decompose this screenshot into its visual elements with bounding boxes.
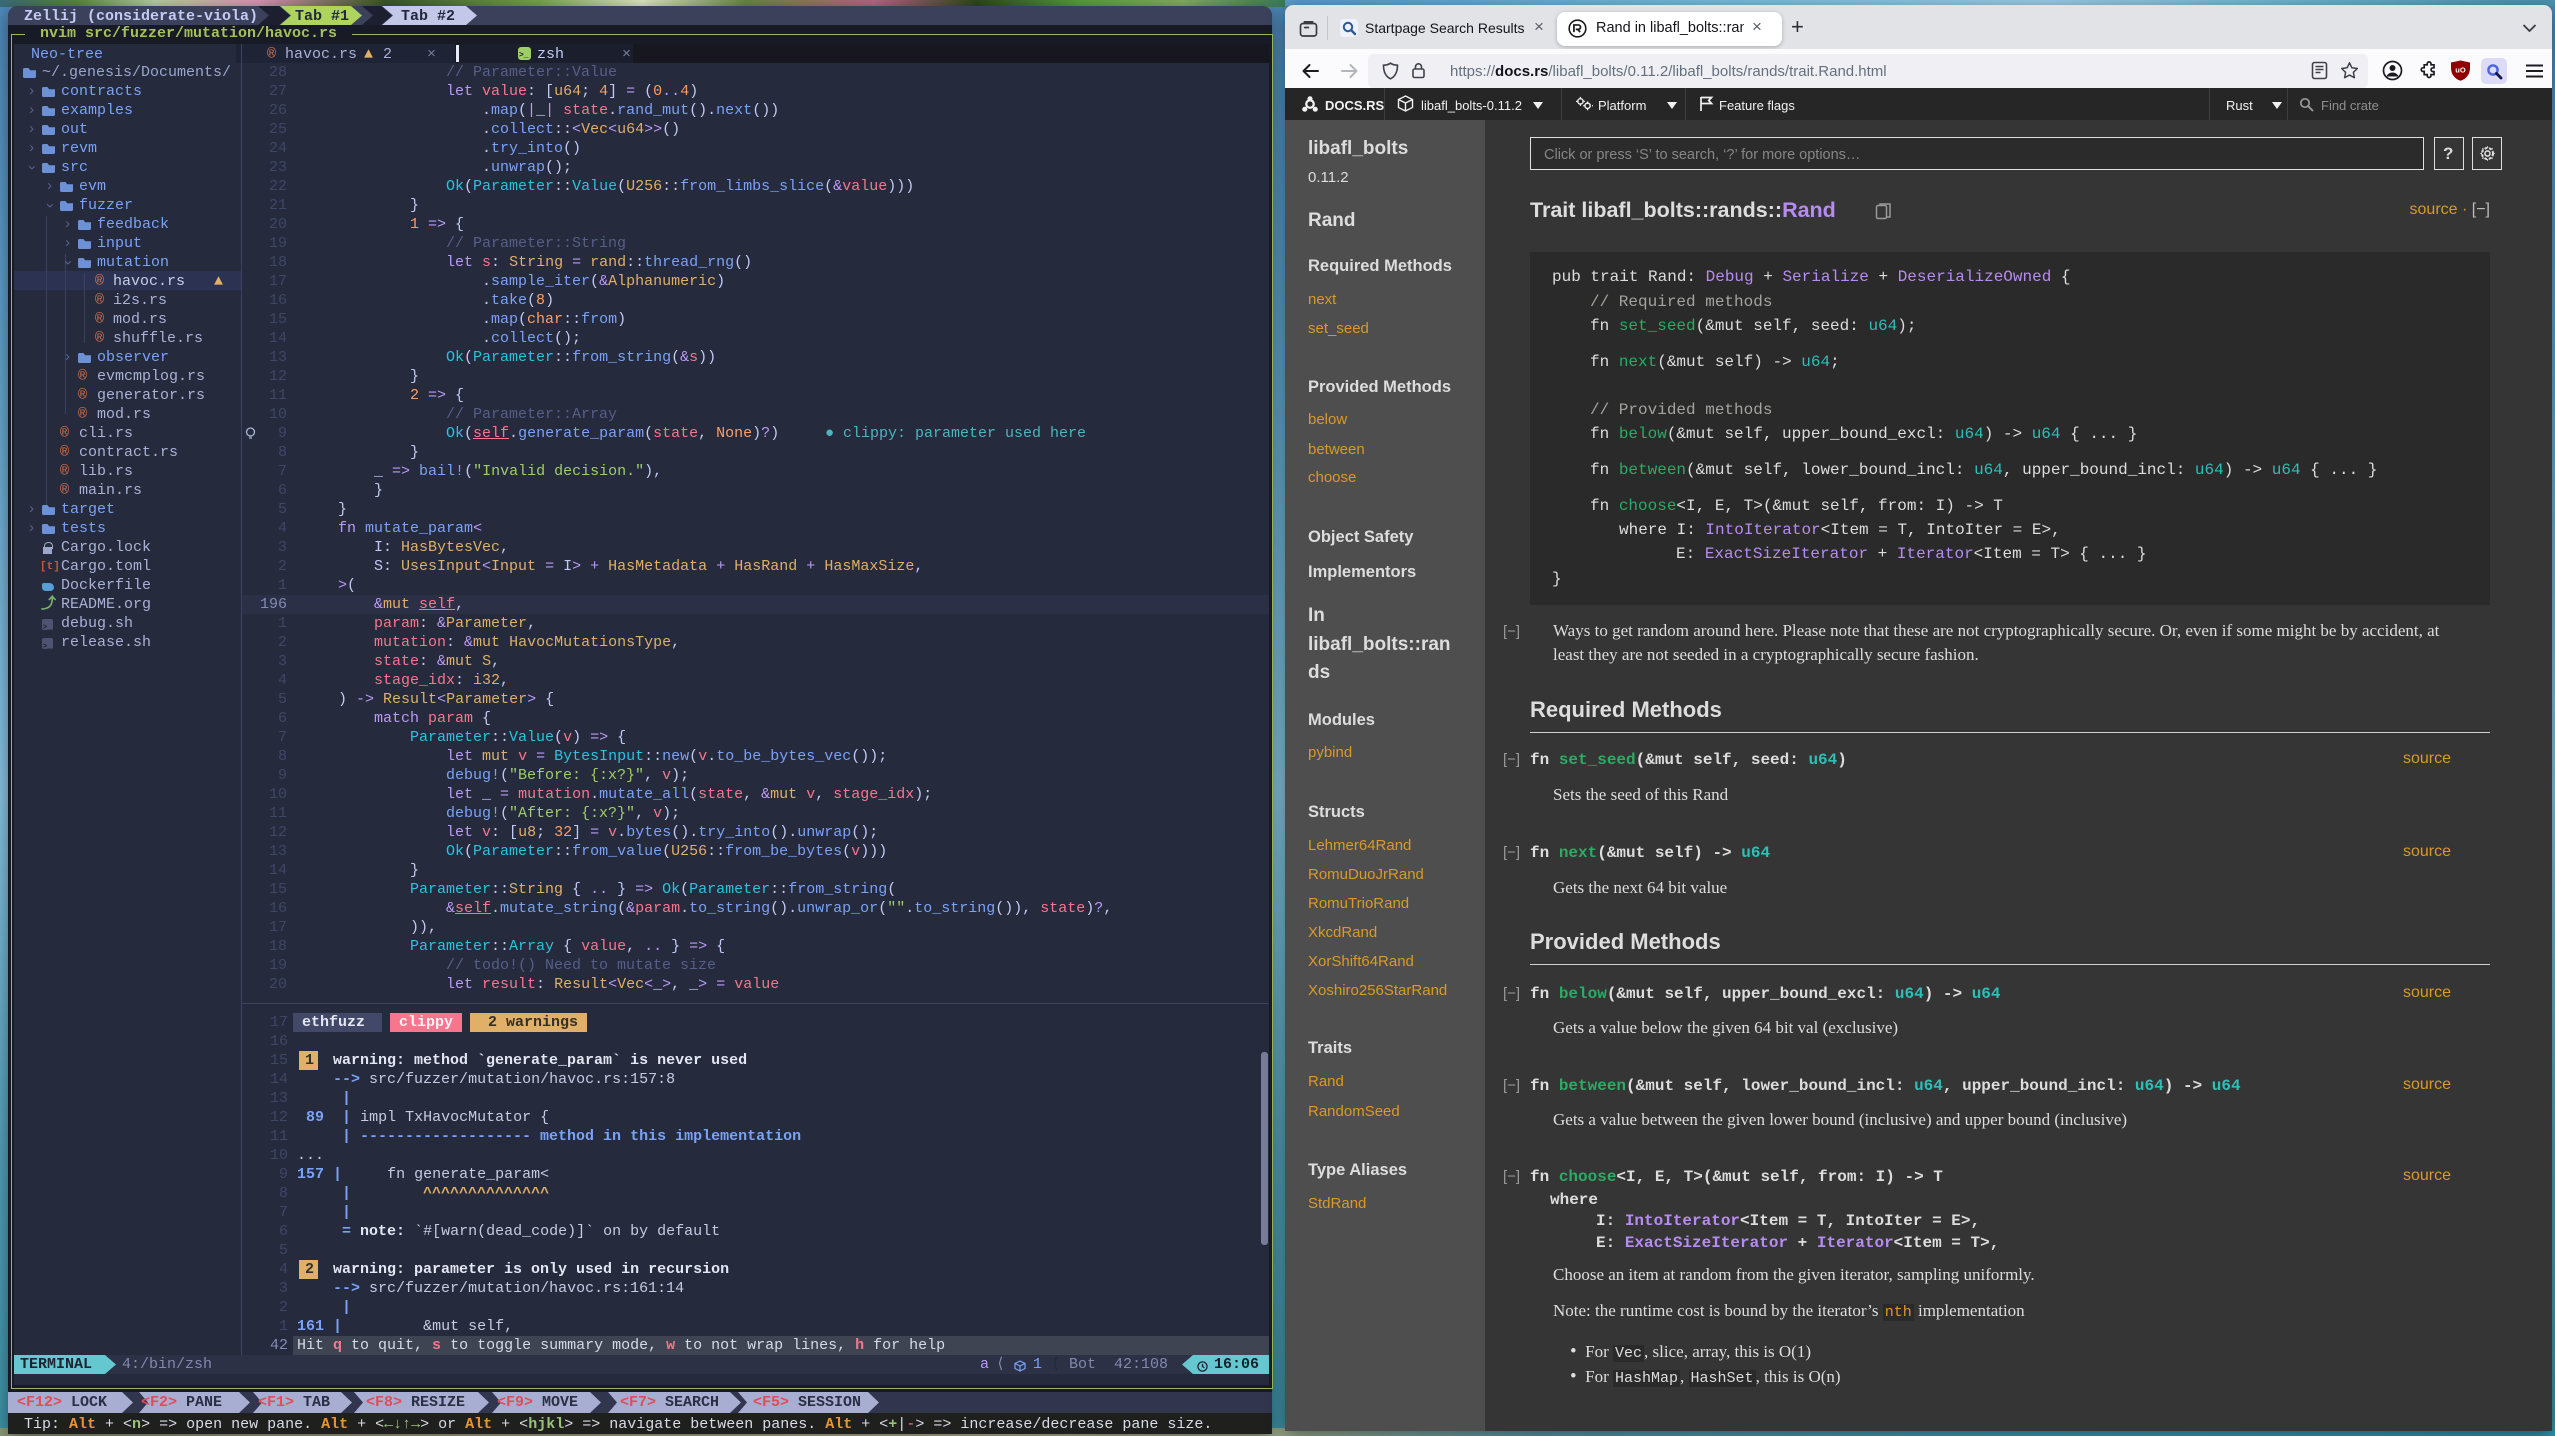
svg-text:uO: uO <box>2455 66 2466 75</box>
